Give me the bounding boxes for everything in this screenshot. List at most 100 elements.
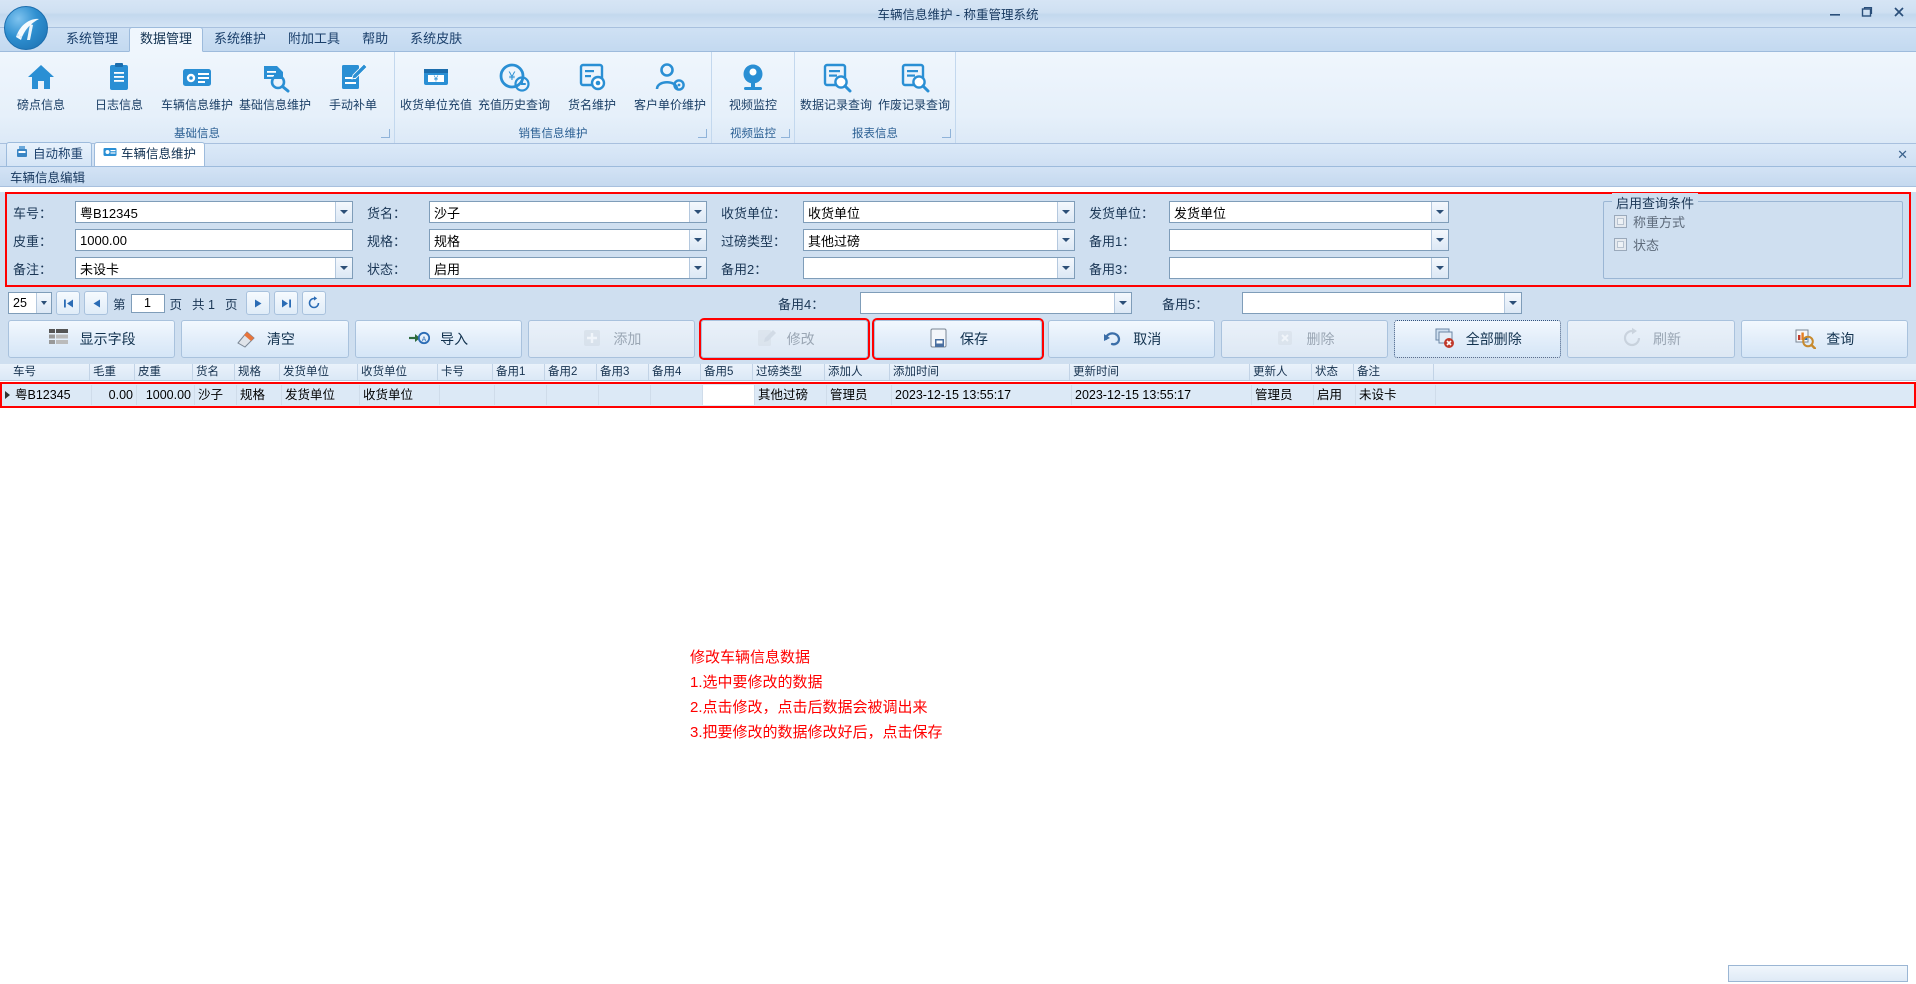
checkbox-称重方式[interactable] [1614, 215, 1627, 228]
chevron-down-icon[interactable] [1431, 230, 1448, 250]
menu-item-0[interactable]: 系统管理 [55, 27, 129, 51]
chevron-down-icon[interactable] [36, 293, 51, 313]
grid-column-header-17[interactable]: 更新人 [1250, 364, 1312, 380]
input-value-spare-1[interactable] [1170, 230, 1431, 250]
grid-column-header-9[interactable]: 备用2 [545, 364, 597, 380]
chevron-down-icon[interactable] [1057, 202, 1074, 222]
next-page-icon[interactable] [246, 291, 271, 315]
input-tare-weight[interactable] [75, 229, 353, 251]
chevron-down-icon[interactable] [1057, 258, 1074, 278]
ribbon-button-车辆信息维护[interactable]: 车辆信息维护 [158, 56, 236, 116]
grid-column-header-13[interactable]: 过磅类型 [753, 364, 825, 380]
toolbar-button-显示字段[interactable]: 显示字段 [8, 320, 176, 358]
grid-column-header-3[interactable]: 货名 [193, 364, 235, 380]
dialog-launcher-icon[interactable] [942, 129, 951, 138]
input-specification[interactable] [429, 229, 707, 251]
input-remark[interactable] [75, 257, 353, 279]
close-icon[interactable] [1888, 3, 1910, 21]
input-value-specification[interactable] [430, 230, 689, 250]
chevron-down-icon[interactable] [335, 258, 352, 278]
document-tab-1[interactable]: 车辆信息维护 [94, 142, 206, 166]
input-value-spare-4[interactable] [861, 293, 1114, 313]
ribbon-button-充值历史查询[interactable]: ¥ 充值历史查询 [475, 56, 553, 116]
chevron-down-icon[interactable] [1431, 202, 1448, 222]
refresh-page-icon[interactable] [302, 291, 327, 315]
input-status[interactable] [429, 257, 707, 279]
query-check-row-1[interactable]: 状态 [1614, 235, 1894, 254]
input-sender-unit[interactable] [1169, 201, 1449, 223]
grid-column-header-19[interactable]: 备注 [1354, 364, 1434, 380]
input-receiver-unit[interactable] [803, 201, 1075, 223]
grid-column-header-15[interactable]: 添加时间 [890, 364, 1070, 380]
table-row[interactable]: 粤B12345 0.00 1000.00 沙子 规格 发货单位 收货单位 其他过磅 管理员 202… [2, 384, 1914, 406]
chevron-down-icon[interactable] [1114, 293, 1131, 313]
grid-column-header-16[interactable]: 更新时间 [1070, 364, 1250, 380]
menu-item-1[interactable]: 数据管理 [129, 27, 204, 52]
input-value-plate-number[interactable] [76, 202, 335, 222]
toolbar-button-导入[interactable]: A 导入 [354, 320, 522, 358]
grid-column-header-5[interactable]: 发货单位 [280, 364, 358, 380]
ribbon-button-基础信息维护[interactable]: 基础信息维护 [236, 56, 314, 116]
ribbon-button-收货单位充值[interactable]: ¥ 收货单位充值 [397, 56, 475, 116]
input-goods-name[interactable] [429, 201, 707, 223]
menu-item-2[interactable]: 系统维护 [203, 27, 277, 51]
grid-column-header-10[interactable]: 备用3 [597, 364, 649, 380]
toolbar-button-保存[interactable]: 保存 [874, 320, 1042, 358]
input-value-spare-3[interactable] [1170, 258, 1431, 278]
menu-item-3[interactable]: 附加工具 [277, 27, 351, 51]
minimize-icon[interactable] [1824, 3, 1846, 21]
ribbon-button-作废记录查询[interactable]: 作废记录查询 [875, 56, 953, 116]
chevron-down-icon[interactable] [335, 202, 352, 222]
grid-column-header-0[interactable]: 车号 [10, 364, 90, 380]
input-plate-number[interactable] [75, 201, 353, 223]
ribbon-button-视频监控[interactable]: 视频监控 [714, 56, 792, 116]
checkbox-状态[interactable] [1614, 238, 1627, 251]
input-value-receiver-unit[interactable] [804, 202, 1057, 222]
grid-column-header-6[interactable]: 收货单位 [358, 364, 438, 380]
ribbon-button-客户单价维护[interactable]: 客户单价维护 [631, 56, 709, 116]
input-weigh-type[interactable] [803, 229, 1075, 251]
input-value-spare-5[interactable] [1243, 293, 1504, 313]
ribbon-button-数据记录查询[interactable]: 数据记录查询 [797, 56, 875, 116]
close-tab-icon[interactable]: ✕ [1897, 147, 1908, 163]
grid-column-header-8[interactable]: 备用1 [493, 364, 545, 380]
document-tab-0[interactable]: 自动称重 [6, 142, 93, 166]
chevron-down-icon[interactable] [689, 258, 706, 278]
menu-item-4[interactable]: 帮助 [351, 27, 399, 51]
ribbon-button-货名维护[interactable]: 货名维护 [553, 56, 631, 116]
input-value-weigh-type[interactable] [804, 230, 1057, 250]
input-spare-1[interactable] [1169, 229, 1449, 251]
dialog-launcher-icon[interactable] [381, 129, 390, 138]
input-value-tare-weight[interactable] [76, 230, 352, 250]
ribbon-button-日志信息[interactable]: 日志信息 [80, 56, 158, 116]
page-size-select[interactable]: 25 [8, 292, 52, 314]
prev-page-icon[interactable] [84, 291, 108, 315]
input-value-goods-name[interactable] [430, 202, 689, 222]
grid-column-header-18[interactable]: 状态 [1312, 364, 1354, 380]
chevron-down-icon[interactable] [689, 230, 706, 250]
grid-column-header-12[interactable]: 备用5 [701, 364, 753, 380]
ribbon-button-磅点信息[interactable]: 磅点信息 [2, 56, 80, 116]
input-value-sender-unit[interactable] [1170, 202, 1431, 222]
chevron-down-icon[interactable] [1057, 230, 1074, 250]
last-page-icon[interactable] [274, 291, 299, 315]
ribbon-button-手动补单[interactable]: 手动补单 [314, 56, 392, 116]
grid-column-header-4[interactable]: 规格 [235, 364, 280, 380]
dialog-launcher-icon[interactable] [698, 129, 707, 138]
chevron-down-icon[interactable] [1431, 258, 1448, 278]
grid-column-header-1[interactable]: 毛重 [90, 364, 135, 380]
input-spare-3[interactable] [1169, 257, 1449, 279]
input-spare-5[interactable] [1242, 292, 1522, 314]
input-spare-4[interactable] [860, 292, 1132, 314]
grid-column-header-2[interactable]: 皮重 [135, 364, 193, 380]
chevron-down-icon[interactable] [1504, 293, 1521, 313]
toolbar-button-全部删除[interactable]: 全部删除 [1394, 320, 1562, 358]
input-spare-2[interactable] [803, 257, 1075, 279]
input-value-status[interactable] [430, 258, 689, 278]
first-page-icon[interactable] [56, 291, 80, 315]
grid-column-header-11[interactable]: 备用4 [649, 364, 701, 380]
current-page-input[interactable] [130, 293, 165, 313]
dialog-launcher-icon[interactable] [781, 129, 790, 138]
toolbar-button-清空[interactable]: 清空 [181, 320, 349, 358]
menu-item-5[interactable]: 系统皮肤 [399, 27, 473, 51]
